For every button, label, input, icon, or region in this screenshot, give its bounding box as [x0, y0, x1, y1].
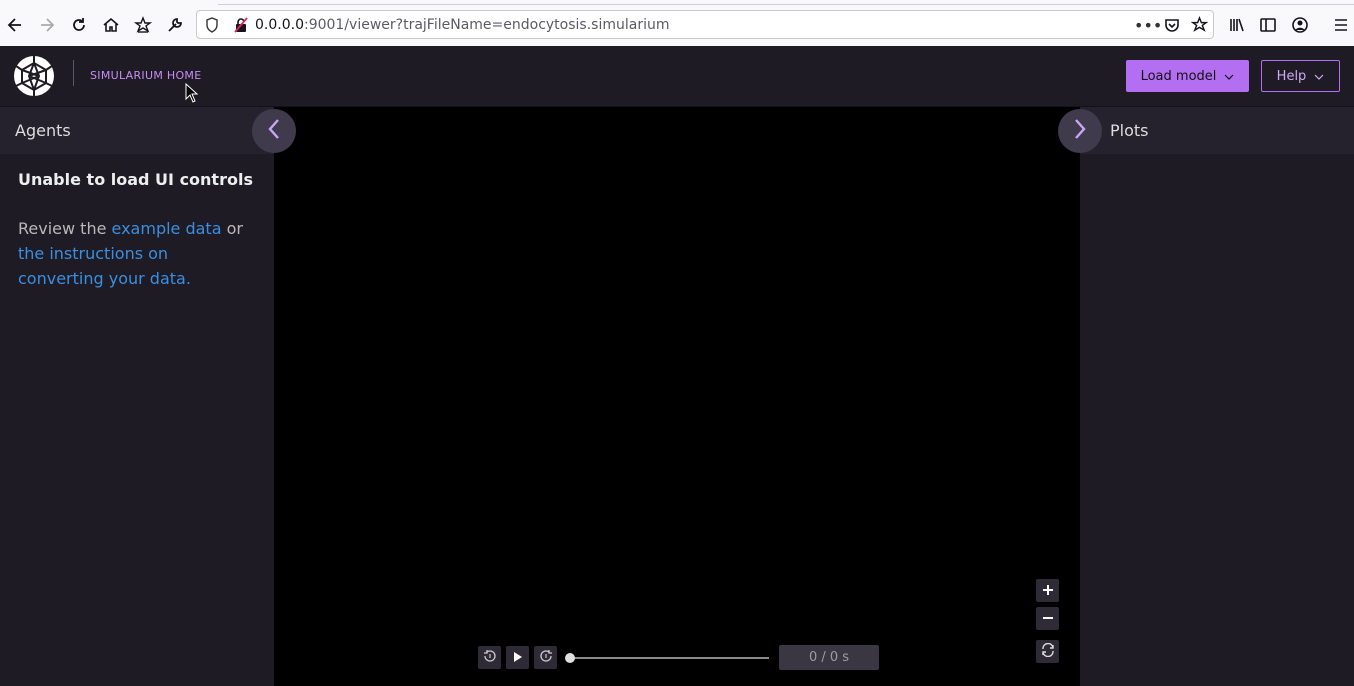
- step-back-button[interactable]: [478, 646, 501, 669]
- url-host: 0.0.0.0: [255, 17, 304, 33]
- insecure-lock-icon[interactable]: [233, 17, 249, 37]
- library-icon[interactable]: [1225, 13, 1249, 37]
- tab-strip: [218, 0, 1354, 5]
- help-button[interactable]: Help: [1261, 60, 1340, 92]
- account-icon[interactable]: [1288, 13, 1312, 37]
- header-divider: [73, 60, 74, 86]
- step-back-icon: [483, 648, 497, 667]
- mouse-cursor-icon: [185, 82, 199, 107]
- minus-icon: [1042, 608, 1054, 629]
- error-title: Unable to load UI controls: [18, 170, 253, 189]
- simularium-home-link[interactable]: SIMULARIUM HOME: [90, 69, 201, 82]
- sidebar-icon[interactable]: [1256, 13, 1280, 37]
- error-message: Review the example data or the instructi…: [18, 216, 258, 291]
- address-bar[interactable]: 0.0.0.0:9001/viewer?trajFileName=endocyt…: [196, 10, 1214, 39]
- browser-toolbar: 0.0.0.0:9001/viewer?trajFileName=endocyt…: [0, 0, 1354, 47]
- viewer-canvas[interactable]: [274, 107, 1080, 686]
- step-forward-button[interactable]: [534, 646, 557, 669]
- play-icon: [513, 648, 523, 667]
- forward-icon[interactable]: [35, 13, 59, 37]
- plots-panel-title: Plots: [1080, 107, 1354, 154]
- reload-icon[interactable]: [67, 13, 91, 37]
- timeline-track[interactable]: [570, 657, 769, 659]
- wrench-icon[interactable]: [163, 13, 187, 37]
- example-data-link[interactable]: example data: [112, 219, 222, 238]
- plus-icon: [1042, 580, 1054, 601]
- simularium-logo[interactable]: [13, 55, 55, 101]
- play-button[interactable]: [506, 646, 529, 669]
- instructions-link[interactable]: the instructions on converting your data…: [18, 244, 191, 288]
- agents-panel-title: Agents: [0, 107, 274, 154]
- or-text: or: [221, 219, 243, 238]
- review-prefix: Review the: [18, 219, 112, 238]
- collapse-left-panel-button[interactable]: [252, 109, 296, 153]
- app-header: SIMULARIUM HOME Load model Help: [0, 46, 1354, 107]
- load-model-button[interactable]: Load model: [1126, 60, 1249, 92]
- reset-camera-button[interactable]: [1036, 640, 1059, 663]
- url-path: :9001/viewer?trajFileName=endocytosis.si…: [303, 17, 670, 33]
- pocket-icon[interactable]: [1164, 17, 1180, 37]
- timeline-handle[interactable]: [565, 653, 575, 663]
- more-actions-icon[interactable]: •••: [1134, 16, 1162, 35]
- chevron-down-icon: [1224, 69, 1234, 84]
- collapse-right-panel-button[interactable]: [1058, 109, 1102, 153]
- chevron-down-icon: [1314, 69, 1324, 84]
- time-display: 0 / 0 s: [779, 645, 879, 670]
- home-icon[interactable]: [99, 13, 123, 37]
- menu-icon[interactable]: [1329, 13, 1353, 37]
- step-forward-icon: [539, 648, 553, 667]
- shield-icon[interactable]: [205, 17, 219, 37]
- url-text[interactable]: 0.0.0.0:9001/viewer?trajFileName=endocyt…: [255, 17, 669, 33]
- plots-panel: Plots: [1080, 107, 1354, 686]
- zoom-in-button[interactable]: [1036, 579, 1059, 602]
- load-model-label: Load model: [1140, 68, 1217, 84]
- chevron-left-icon: [267, 118, 281, 144]
- chevron-right-icon: [1073, 118, 1087, 144]
- star-icon[interactable]: [1190, 15, 1209, 37]
- back-icon[interactable]: [3, 13, 27, 37]
- refresh-icon: [1041, 641, 1055, 662]
- help-label: Help: [1276, 68, 1307, 84]
- zoom-out-button[interactable]: [1036, 607, 1059, 630]
- bookmark-star-icon[interactable]: [131, 13, 155, 37]
- agents-panel: Agents Unable to load UI controls Review…: [0, 107, 274, 686]
